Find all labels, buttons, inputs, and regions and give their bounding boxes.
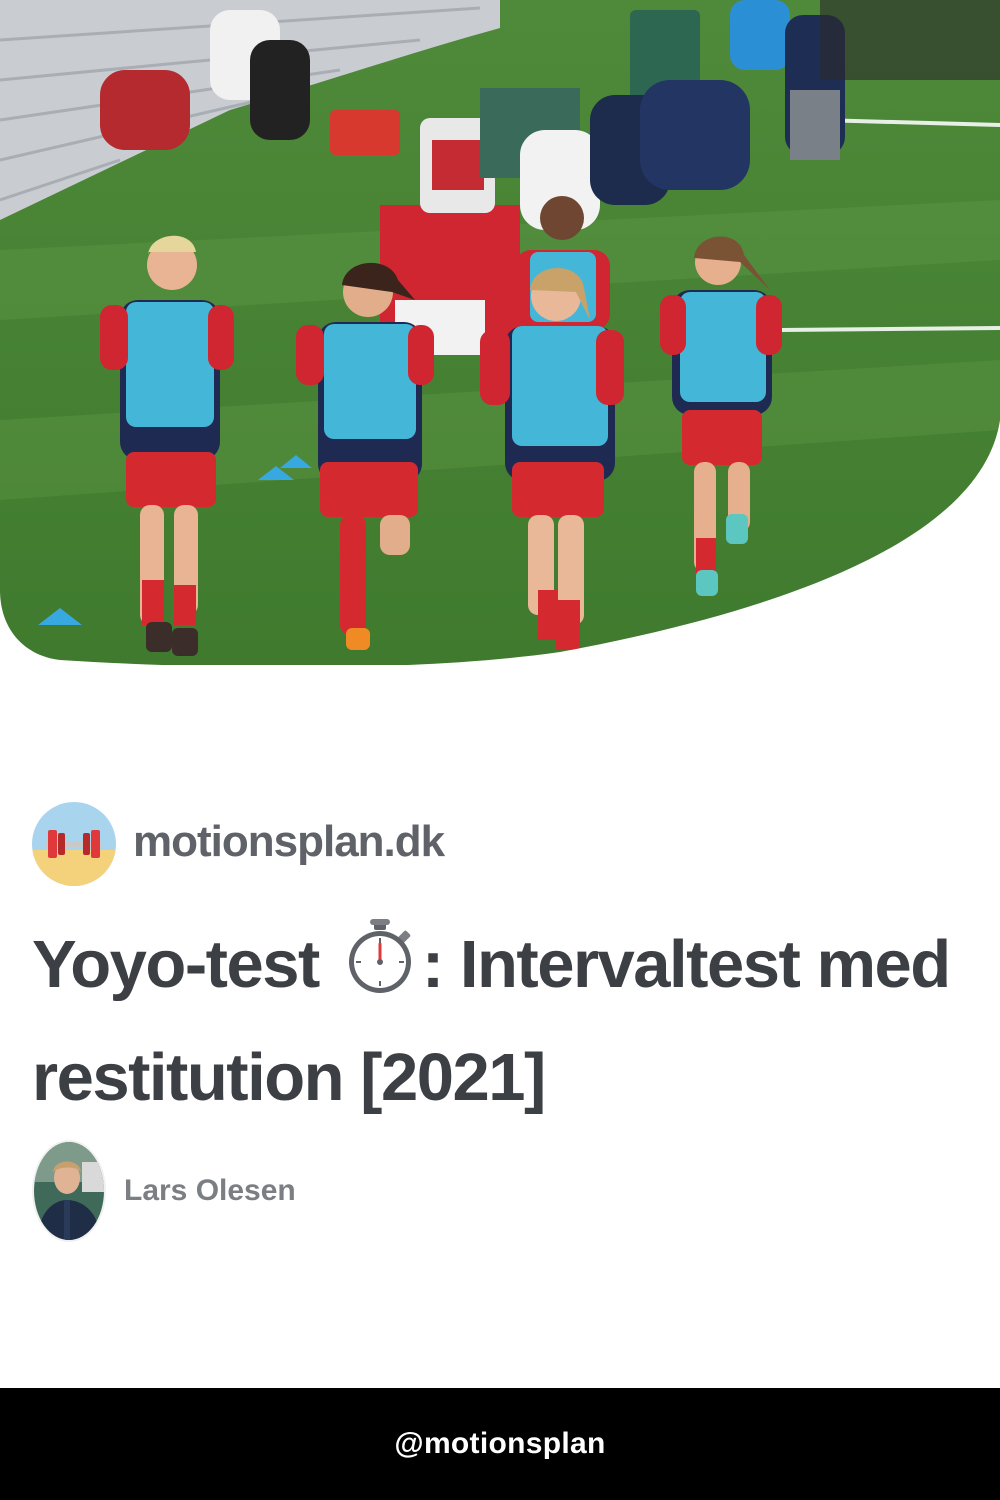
article-title[interactable]: Yoyo-test : Intervaltest med restitution…: [32, 912, 982, 1130]
hero-image: [0, 0, 1000, 665]
footer-bar: @motionsplan: [0, 1388, 1000, 1500]
stopwatch-icon: [342, 919, 418, 1025]
social-handle[interactable]: @motionsplan: [394, 1427, 605, 1461]
title-text-part1: Yoyo-test: [32, 927, 320, 1002]
site-brand[interactable]: motionsplan.dk: [32, 802, 445, 886]
hero-photo-soccer-warmup: [0, 0, 1000, 665]
barbell-logo-icon: [32, 802, 116, 886]
author-info[interactable]: Lars Olesen: [34, 1141, 296, 1241]
site-name[interactable]: motionsplan.dk: [133, 817, 445, 867]
author-name[interactable]: Lars Olesen: [124, 1174, 296, 1208]
author-avatar[interactable]: [34, 1142, 104, 1240]
